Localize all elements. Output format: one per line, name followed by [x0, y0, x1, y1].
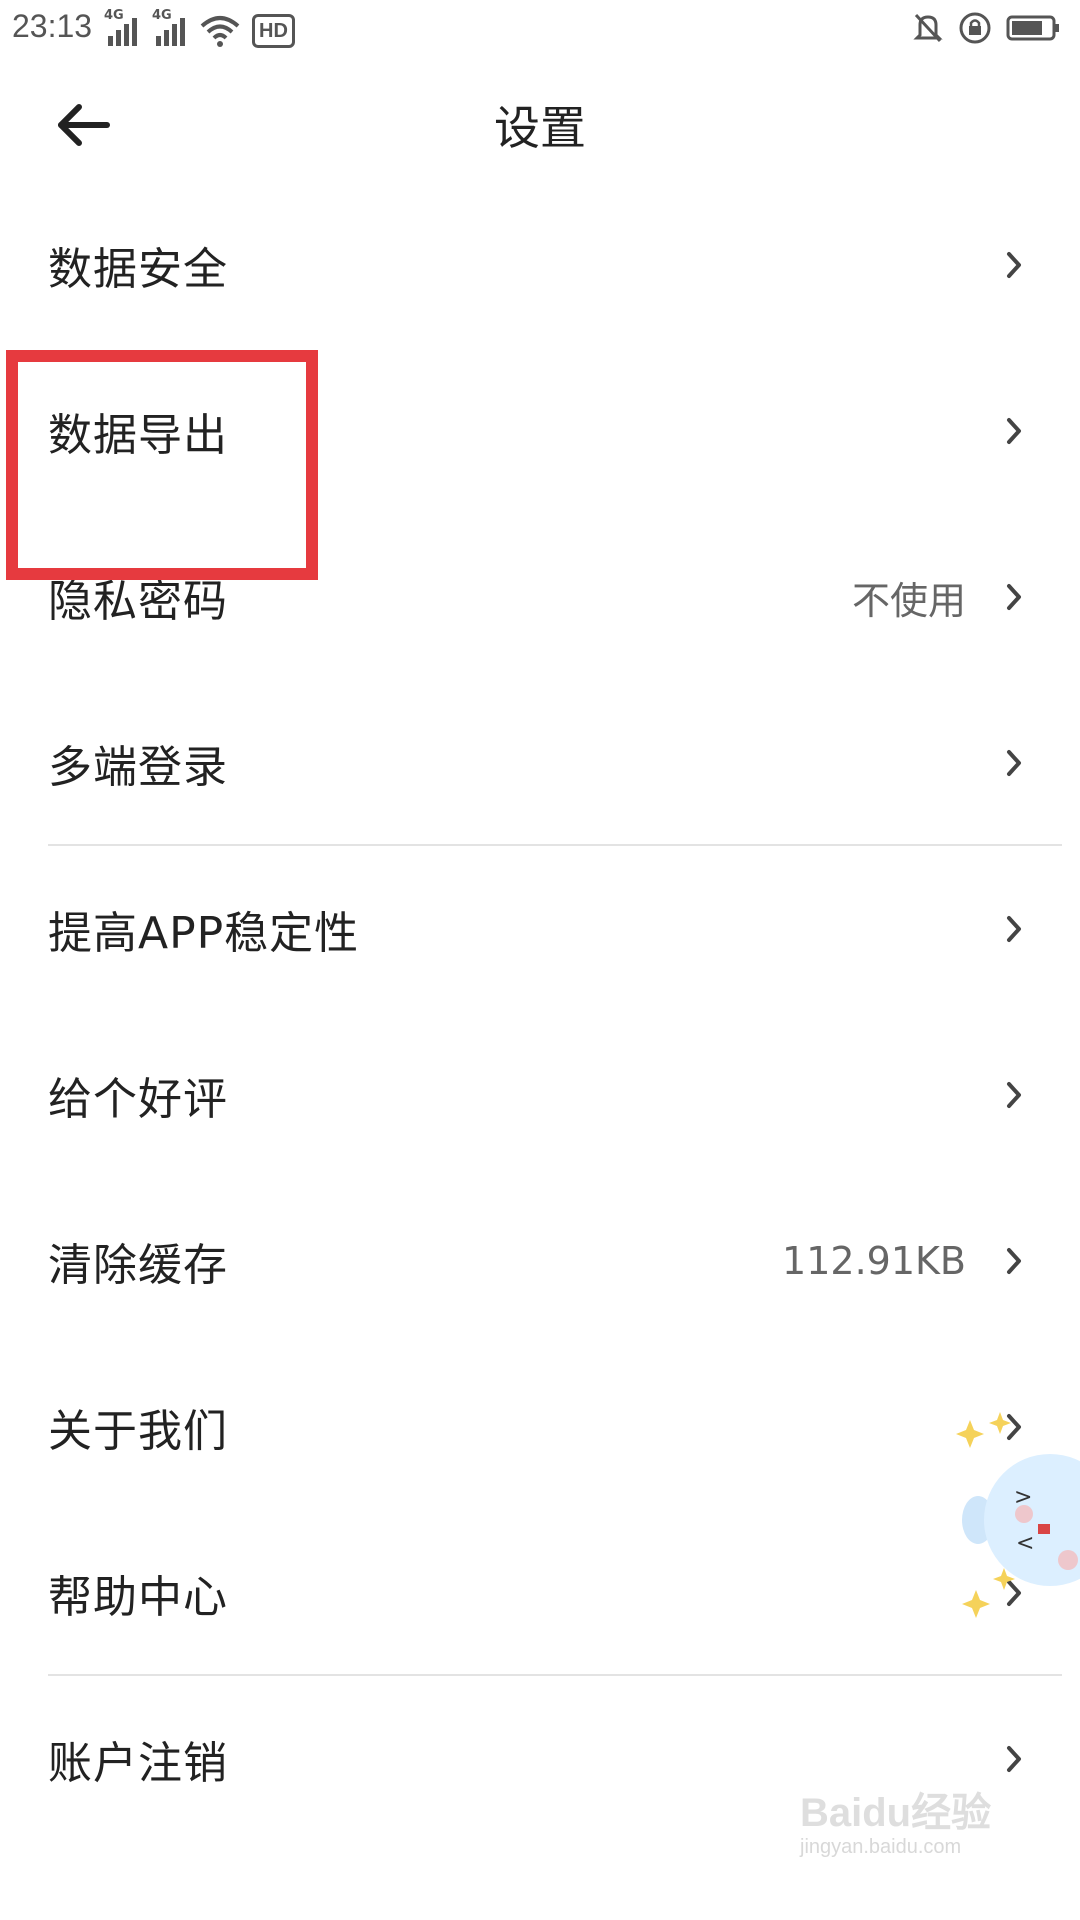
- svg-text:<: <: [1016, 1531, 1034, 1556]
- signal-icon: 4G: [152, 8, 188, 48]
- chevron-right-icon: [1002, 913, 1026, 945]
- settings-item-label: 账户注销: [48, 1738, 228, 1789]
- settings-item-rate-app[interactable]: 给个好评: [0, 1012, 1080, 1178]
- watermark: Baidu经验 jingyan.baidu.com: [800, 1780, 1010, 1870]
- status-time: 23:13: [12, 8, 93, 44]
- highlight-box: [6, 350, 318, 580]
- signal-icon: 4G: [104, 8, 140, 48]
- chevron-right-icon: [1002, 1245, 1026, 1277]
- status-left-icons: 4G 4G HD: [104, 8, 295, 48]
- settings-item-value: 112.91KB: [782, 1239, 966, 1283]
- mute-bell-icon: [912, 11, 944, 45]
- hd-icon: HD: [252, 14, 295, 48]
- watermark-url: jingyan.baidu.com: [800, 1836, 962, 1858]
- settings-page: 23:13 4G 4G HD 设置 数据安全 数据导出 隐私密码 不使用 多端登…: [0, 0, 1080, 1920]
- settings-item-label: 关于我们: [48, 1406, 228, 1457]
- floating-sticker-icon[interactable]: > <: [950, 1400, 1080, 1630]
- hd-label: HD: [259, 19, 288, 42]
- settings-item-clear-cache[interactable]: 清除缓存 112.91KB: [0, 1178, 1080, 1344]
- chevron-right-icon: [1002, 581, 1026, 613]
- settings-item-help-center[interactable]: 帮助中心: [0, 1510, 1080, 1676]
- settings-item-value: 不使用: [851, 578, 966, 623]
- settings-item-multi-device-login[interactable]: 多端登录: [0, 680, 1080, 846]
- settings-item-label: 帮助中心: [48, 1572, 228, 1623]
- settings-item-label: 给个好评: [48, 1074, 228, 1125]
- settings-item-app-stability[interactable]: 提高APP稳定性: [0, 846, 1080, 1012]
- wifi-icon: [200, 14, 240, 48]
- header-bar: 设置: [0, 70, 1080, 180]
- watermark-logo: Baidu经验: [800, 1791, 992, 1835]
- rotation-lock-icon: [958, 11, 992, 45]
- svg-text:>: >: [1014, 1485, 1032, 1510]
- chevron-right-icon: [1002, 1079, 1026, 1111]
- settings-item-about-us[interactable]: 关于我们: [0, 1344, 1080, 1510]
- status-right-icons: [912, 8, 1062, 48]
- chevron-right-icon: [1002, 747, 1026, 779]
- settings-item-label: 提高APP稳定性: [48, 908, 360, 959]
- chevron-right-icon: [1002, 249, 1026, 281]
- page-title: 设置: [494, 101, 586, 155]
- settings-item-data-security[interactable]: 数据安全: [0, 182, 1080, 348]
- status-bar: 23:13 4G 4G HD: [0, 0, 1080, 56]
- settings-item-label: 数据安全: [48, 244, 228, 295]
- battery-icon: [1006, 14, 1062, 42]
- chevron-right-icon: [1002, 415, 1026, 447]
- chevron-right-icon: [1002, 1743, 1026, 1775]
- settings-item-label: 清除缓存: [48, 1240, 228, 1291]
- settings-item-label: 多端登录: [48, 742, 228, 793]
